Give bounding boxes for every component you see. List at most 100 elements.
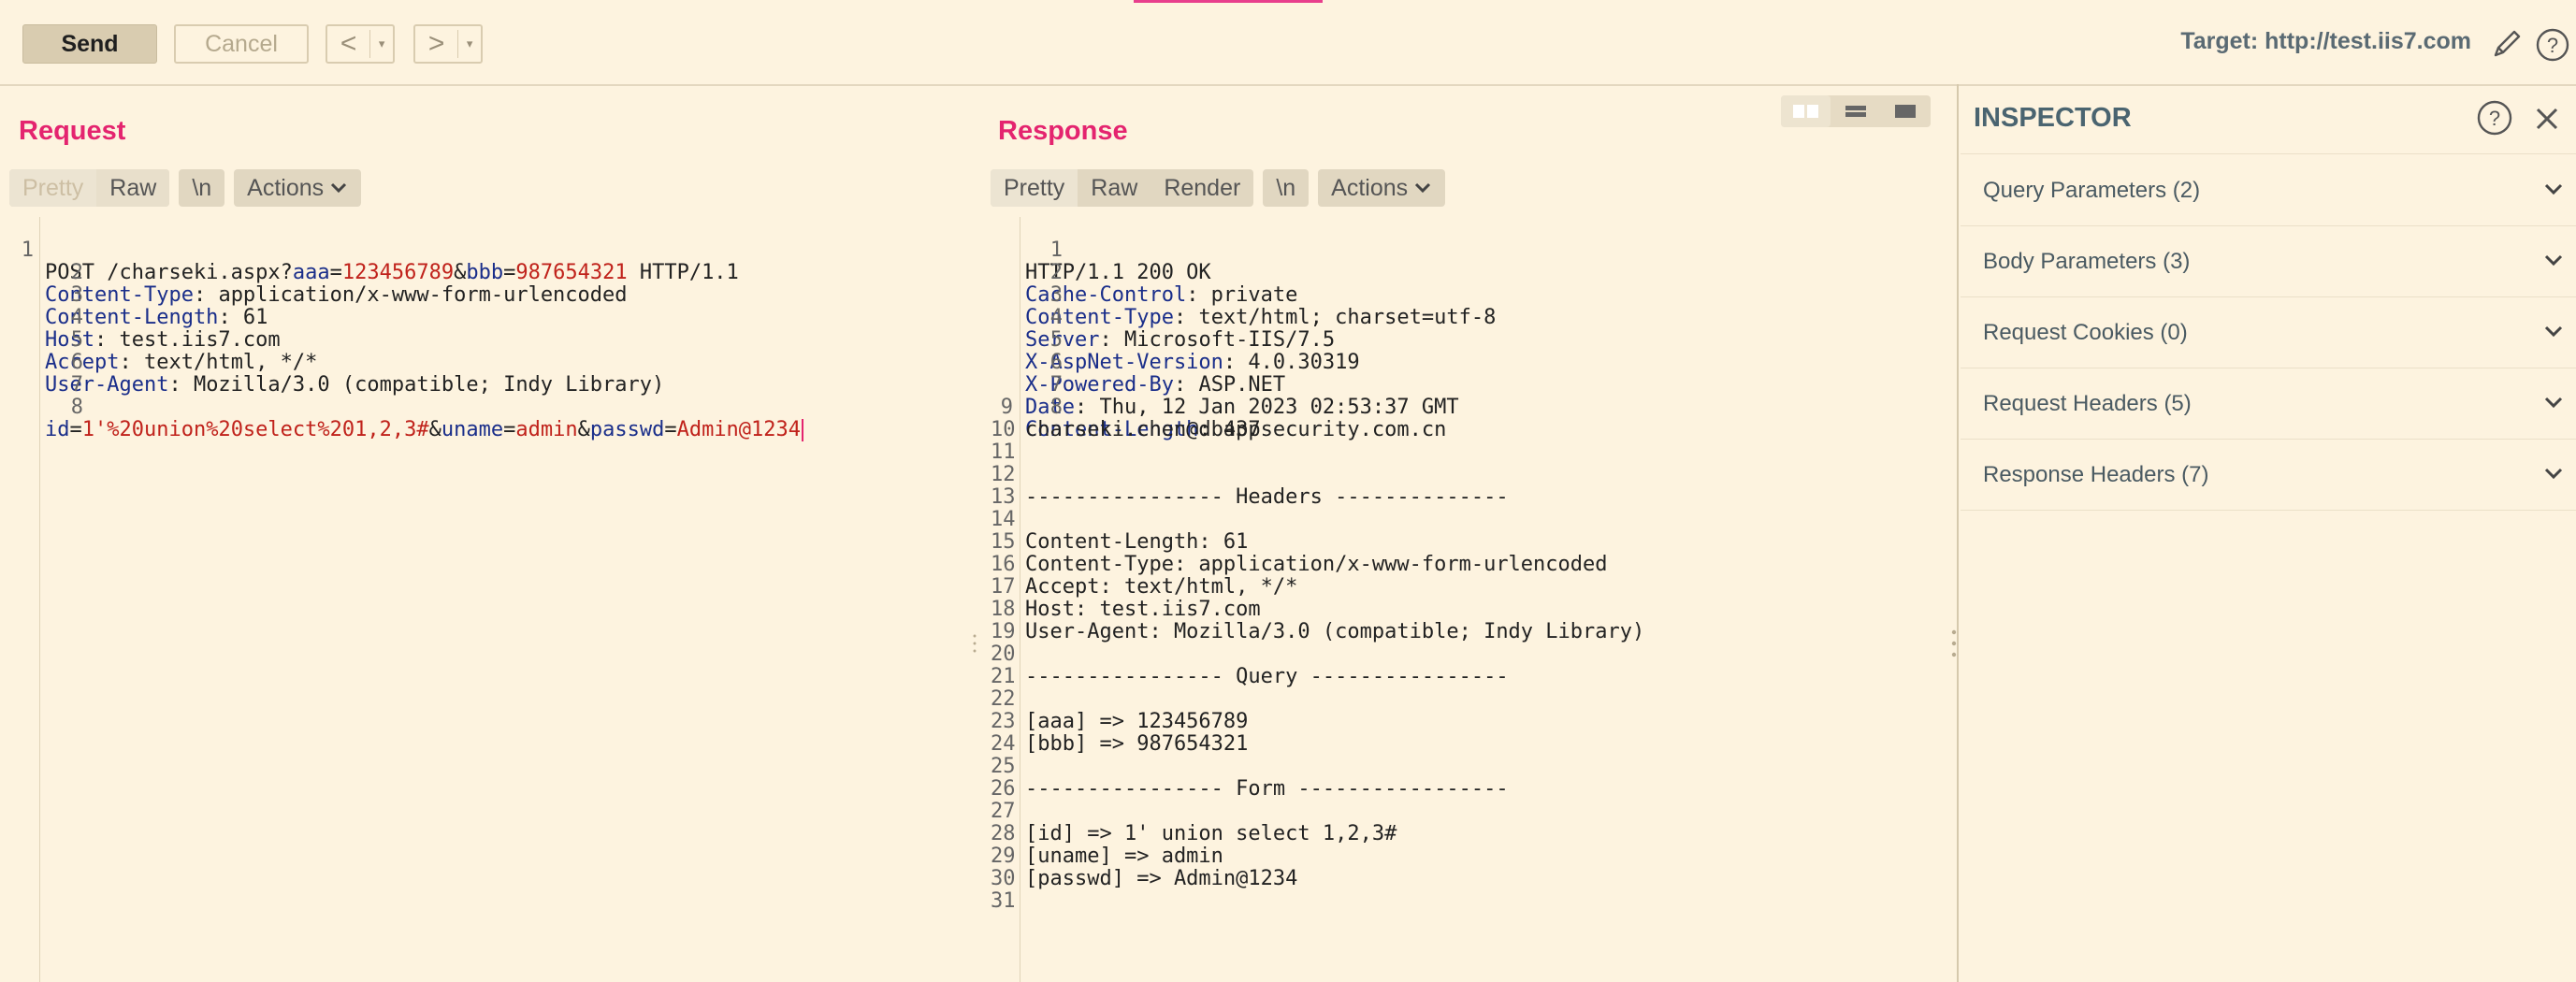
- single-layout-icon: [1895, 105, 1917, 118]
- request-blank-line: 7: [11, 352, 83, 397]
- header-value: : Mozilla/3.0 (compatible; Indy Library): [168, 373, 665, 397]
- response-body-text: [bbb] => 987654321: [1025, 732, 1249, 756]
- response-tab-pretty[interactable]: Pretty: [991, 169, 1078, 207]
- response-header-line: 7 Date: Thu, 12 Jan 2023 02:53:37 GMT: [991, 352, 1459, 419]
- line-number: 2: [70, 261, 83, 284]
- chevron-down-icon: [2544, 325, 2563, 338]
- line-number: 3: [1049, 283, 1063, 307]
- line-number: 14: [991, 508, 1016, 531]
- request-tab-pretty[interactable]: Pretty: [9, 169, 97, 207]
- layout-stacked-button[interactable]: [1831, 95, 1880, 127]
- inspector-section-body-params[interactable]: Body Parameters (3): [1961, 226, 2576, 297]
- body-param-value: admin: [515, 418, 578, 441]
- line-number: 30: [991, 867, 1016, 890]
- cancel-button[interactable]: Cancel: [174, 24, 309, 64]
- line-number: 4: [1049, 306, 1063, 329]
- send-button[interactable]: Send: [22, 24, 157, 64]
- layout-side-by-side-button[interactable]: [1781, 95, 1831, 127]
- line-number: 29: [991, 845, 1016, 868]
- line-number: 26: [991, 777, 1016, 801]
- header-value: : text/html; charset=utf-8: [1173, 306, 1497, 329]
- help-icon[interactable]: ?: [2535, 27, 2570, 63]
- body-param-value: 1'%20union%20select%201,2,3#: [81, 418, 429, 441]
- body-param-name: uname: [441, 418, 504, 441]
- request-body-line: 8 id=1'%20union%20select%201,2,3#&uname=…: [11, 374, 804, 441]
- line-number: 27: [991, 800, 1016, 823]
- response-body-text: [id] => 1' union select 1,2,3#: [1025, 822, 1397, 845]
- svg-text:?: ?: [2489, 107, 2500, 130]
- response-header-line: 3 Content-Type: text/html; charset=utf-8: [991, 262, 1496, 329]
- response-body-text: Content-Type: application/x-www-form-url…: [1025, 553, 1608, 576]
- section-label: Body Parameters (3): [1983, 249, 2191, 274]
- line-number: 17: [991, 575, 1016, 599]
- main-toolbar: Send Cancel < ▾ > ▾ Target: http://test.…: [0, 0, 2576, 86]
- response-body-text: charseki.chen@dbappsecurity.com.cn: [1025, 418, 1447, 441]
- line-number: 15: [991, 530, 1016, 554]
- response-header-line: 8 Content-Length: 437: [991, 374, 1261, 441]
- body-param-value: Admin@1234: [676, 418, 802, 441]
- inspector-help-icon[interactable]: ?: [2476, 99, 2513, 137]
- line-number: 3: [70, 283, 83, 307]
- request-newline-toggle[interactable]: \n: [179, 169, 225, 207]
- header-value: : ASP.NET: [1173, 373, 1286, 397]
- back-button[interactable]: < ▾: [326, 24, 395, 64]
- line-number: 13: [991, 485, 1016, 509]
- section-label: Request Headers (5): [1983, 391, 2192, 416]
- chevron-down-icon: [2544, 468, 2563, 480]
- request-header-line: 4 Host: test.iis7.com: [11, 284, 281, 352]
- response-body-text: [uname] => admin: [1025, 845, 1223, 868]
- header-value: : Thu, 12 Jan 2023 02:53:37 GMT: [1074, 396, 1459, 419]
- forward-button[interactable]: > ▾: [413, 24, 483, 64]
- line-number: 2: [1049, 261, 1063, 284]
- response-status-line: 1 HTTP/1.1 200 OK: [991, 217, 1211, 284]
- back-history-dropdown[interactable]: ▾: [369, 30, 393, 58]
- response-tab-raw[interactable]: Raw: [1078, 169, 1151, 207]
- response-body-text: Content-Length: 61: [1025, 530, 1249, 554]
- line-number: 7: [1049, 373, 1063, 397]
- line-number: 1: [1049, 238, 1063, 262]
- request-header-line: 6 User-Agent: Mozilla/3.0 (compatible; I…: [11, 329, 664, 397]
- response-actions-dropdown[interactable]: Actions: [1318, 169, 1446, 207]
- response-editor[interactable]: 1 HTTP/1.1 200 OK 2 Cache-Control: priva…: [991, 217, 1954, 982]
- layout-toggle: [1781, 95, 1931, 127]
- response-tab-render[interactable]: Render: [1151, 169, 1253, 207]
- request-editor[interactable]: 1 POST /charseki.aspx?aaa=123456789&bbb=…: [11, 217, 975, 982]
- request-tab-raw[interactable]: Raw: [96, 169, 170, 207]
- response-view-tabs: Pretty Raw Render: [991, 169, 1254, 207]
- response-header-line: 5 X-AspNet-Version: 4.0.30319: [991, 307, 1360, 374]
- close-icon[interactable]: [2533, 105, 2561, 133]
- response-body-text: Host: test.iis7.com: [1025, 598, 1261, 621]
- line-number: 10: [991, 418, 1016, 441]
- inspector-title: INSPECTOR: [1974, 103, 2132, 133]
- header-value: : application/x-www-form-urlencoded: [193, 283, 628, 307]
- response-panel-title: Response: [998, 116, 1128, 146]
- forward-history-dropdown[interactable]: ▾: [457, 30, 481, 58]
- response-newline-toggle[interactable]: \n: [1263, 169, 1310, 207]
- inspector-divider: [1957, 84, 1959, 982]
- line-number: 9: [1000, 396, 1013, 419]
- target-label: Target: http://test.iis7.com: [2180, 28, 2471, 54]
- response-body-text: [aaa] => 123456789: [1025, 710, 1249, 733]
- header-value: : 61: [218, 306, 268, 329]
- section-label: Query Parameters (2): [1983, 178, 2201, 203]
- response-header-line: 2 Cache-Control: private: [991, 239, 1297, 307]
- line-number: 19: [991, 620, 1016, 643]
- line-number: 22: [991, 687, 1016, 711]
- line-number: 5: [1049, 328, 1063, 352]
- request-header-line: 3 Content-Length: 61: [11, 262, 268, 329]
- text-cursor: [802, 419, 804, 441]
- pane-splitter-handle[interactable]: [973, 627, 977, 660]
- inspector-section-request-cookies[interactable]: Request Cookies (0): [1961, 297, 2576, 368]
- line-number: 8: [70, 396, 83, 419]
- inspector-section-query-params[interactable]: Query Parameters (2): [1961, 155, 2576, 226]
- edit-target-pencil-icon[interactable]: [2490, 27, 2524, 61]
- request-header-line: 5 Accept: text/html, */*: [11, 307, 317, 374]
- line-number: 28: [991, 822, 1016, 845]
- inspector-section-response-headers[interactable]: Response Headers (7): [1961, 440, 2576, 511]
- inspector-section-request-headers[interactable]: Request Headers (5): [1961, 368, 2576, 440]
- request-actions-dropdown[interactable]: Actions: [234, 169, 362, 207]
- svg-text:?: ?: [2547, 34, 2558, 57]
- line-number: 4: [70, 306, 83, 329]
- layout-single-button[interactable]: [1881, 95, 1931, 127]
- request-view-tabs: Pretty Raw: [9, 169, 170, 207]
